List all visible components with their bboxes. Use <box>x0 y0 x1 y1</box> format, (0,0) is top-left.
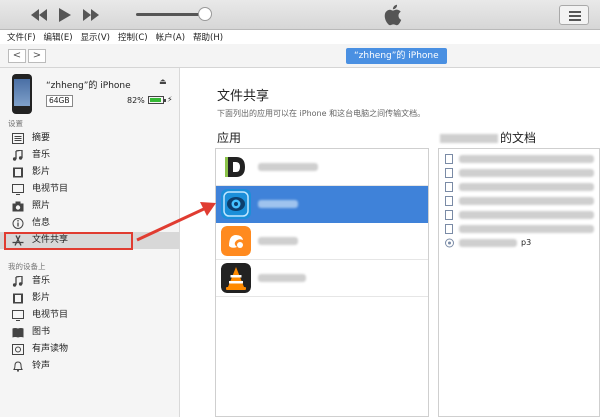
camera-icon <box>12 201 24 212</box>
documents-list: p3 <box>438 148 600 417</box>
document-icon <box>445 154 453 164</box>
apple-logo-icon <box>384 4 402 26</box>
document-icon <box>445 224 453 234</box>
vlc-app-icon <box>221 263 251 293</box>
sidebar-item-device-movies[interactable]: 影片 <box>0 290 179 307</box>
sidebar-item-device-books[interactable]: 图书 <box>0 324 179 341</box>
list-view-button[interactable] <box>559 5 589 25</box>
sidebar-item-label: 照片 <box>32 201 51 211</box>
device-button[interactable]: “zhheng”的 iPhone <box>346 48 447 64</box>
sidebar-item-label: 图书 <box>32 327 51 337</box>
menu-account[interactable]: 帐户(A) <box>156 31 185 43</box>
document-item-audio[interactable]: p3 <box>445 237 595 249</box>
volume-slider-track[interactable] <box>136 13 206 16</box>
menu-controls[interactable]: 控制(C) <box>118 31 148 43</box>
document-item[interactable] <box>445 223 595 235</box>
sidebar-item-photos[interactable]: 照片 <box>0 198 179 215</box>
menu-help[interactable]: 帮助(H) <box>193 31 223 43</box>
back-button[interactable]: < <box>8 49 26 63</box>
page-subtitle: 下面列出的应用可以在 iPhone 和这台电脑之间传输文档。 <box>217 109 426 118</box>
document-icon <box>445 168 453 178</box>
menu-edit[interactable]: 编辑(E) <box>44 31 73 43</box>
volume-slider-knob[interactable] <box>198 7 212 21</box>
app-row-selected[interactable] <box>216 186 428 223</box>
info-icon <box>12 218 24 229</box>
sidebar-item-label: 音乐 <box>32 150 51 160</box>
documents-header-label: 的文档 <box>500 131 537 145</box>
sidebar-item-device-audiobooks[interactable]: 有声读物 <box>0 341 179 358</box>
apps-list <box>215 148 429 417</box>
rewind-icon[interactable] <box>28 6 50 24</box>
film-icon <box>13 293 23 304</box>
film-icon <box>13 167 23 178</box>
page-title: 文件共享 <box>217 89 270 104</box>
sidebar-item-label: 影片 <box>32 293 51 303</box>
sidebar-item-tv-shows[interactable]: 电视节目 <box>0 181 179 198</box>
title-bar <box>0 0 600 30</box>
sidebar-item-label: 信息 <box>32 218 51 228</box>
document-item[interactable] <box>445 167 595 179</box>
sidebar-item-device-tones[interactable]: 铃声 <box>0 358 179 375</box>
sidebar-item-label: 有声读物 <box>32 344 69 354</box>
app-row[interactable] <box>216 149 428 186</box>
documents-header: 的文档 <box>440 129 536 146</box>
app-row[interactable] <box>216 260 428 297</box>
capacity-badge: 64GB <box>46 95 73 107</box>
forward-button[interactable]: > <box>28 49 46 63</box>
document-icon <box>445 182 453 192</box>
music-note-icon <box>12 150 23 161</box>
section-on-device: 我的设备上 <box>8 262 46 271</box>
sidebar-item-label: 摘要 <box>32 133 51 143</box>
sidebar-item-movies[interactable]: 影片 <box>0 164 179 181</box>
dict-app-icon <box>221 152 251 182</box>
video-player-app-icon <box>221 189 251 219</box>
redacted-app-name <box>440 134 498 143</box>
sidebar-item-label: 音乐 <box>32 276 51 286</box>
sidebar-item-label: 铃声 <box>32 361 51 371</box>
menu-bar: 文件(F) 编辑(E) 显示(V) 控制(C) 帐户(A) 帮助(H) <box>0 30 600 44</box>
app-row[interactable] <box>216 223 428 260</box>
document-item[interactable] <box>445 181 595 193</box>
document-icon <box>445 210 453 220</box>
navigation-bar: < > “zhheng”的 iPhone <box>0 44 600 68</box>
sidebar-item-device-music[interactable]: 音乐 <box>0 273 179 290</box>
document-item[interactable] <box>445 195 595 207</box>
battery-percent: 82% <box>127 96 145 105</box>
annotation-highlight-box <box>4 232 133 250</box>
play-icon[interactable] <box>54 6 74 24</box>
menu-view[interactable]: 显示(V) <box>81 31 110 43</box>
charging-icon: ⚡ <box>167 95 173 104</box>
sidebar-item-label: 电视节目 <box>32 184 69 194</box>
sidebar-item-summary[interactable]: 摘要 <box>0 130 179 147</box>
sidebar-item-label: 电视节目 <box>32 310 69 320</box>
sidebar-item-music[interactable]: 音乐 <box>0 147 179 164</box>
tv-icon <box>12 310 24 321</box>
eject-icon[interactable]: ⏏ <box>159 77 167 86</box>
document-icon <box>445 196 453 206</box>
audio-file-icon <box>445 238 454 248</box>
document-item[interactable] <box>445 153 595 165</box>
fast-forward-icon[interactable] <box>80 6 102 24</box>
battery-icon <box>148 96 166 104</box>
book-icon <box>12 328 24 338</box>
document-item[interactable] <box>445 209 595 221</box>
bell-icon <box>13 361 23 372</box>
sidebar-item-info[interactable]: 信息 <box>0 215 179 232</box>
section-settings: 设置 <box>8 119 23 128</box>
sidebar-item-device-tv-shows[interactable]: 电视节目 <box>0 307 179 324</box>
uc-browser-app-icon <box>221 226 251 256</box>
document-name-suffix: p3 <box>521 238 532 247</box>
music-note-icon <box>12 276 23 287</box>
summary-icon <box>12 133 24 144</box>
sidebar-item-label: 影片 <box>32 167 51 177</box>
apps-header: 应用 <box>217 131 242 145</box>
device-name: “zhheng”的 iPhone <box>46 81 131 91</box>
tv-icon <box>12 184 24 195</box>
iphone-icon <box>12 74 32 114</box>
menu-file[interactable]: 文件(F) <box>7 31 36 43</box>
audiobook-icon <box>12 344 24 355</box>
